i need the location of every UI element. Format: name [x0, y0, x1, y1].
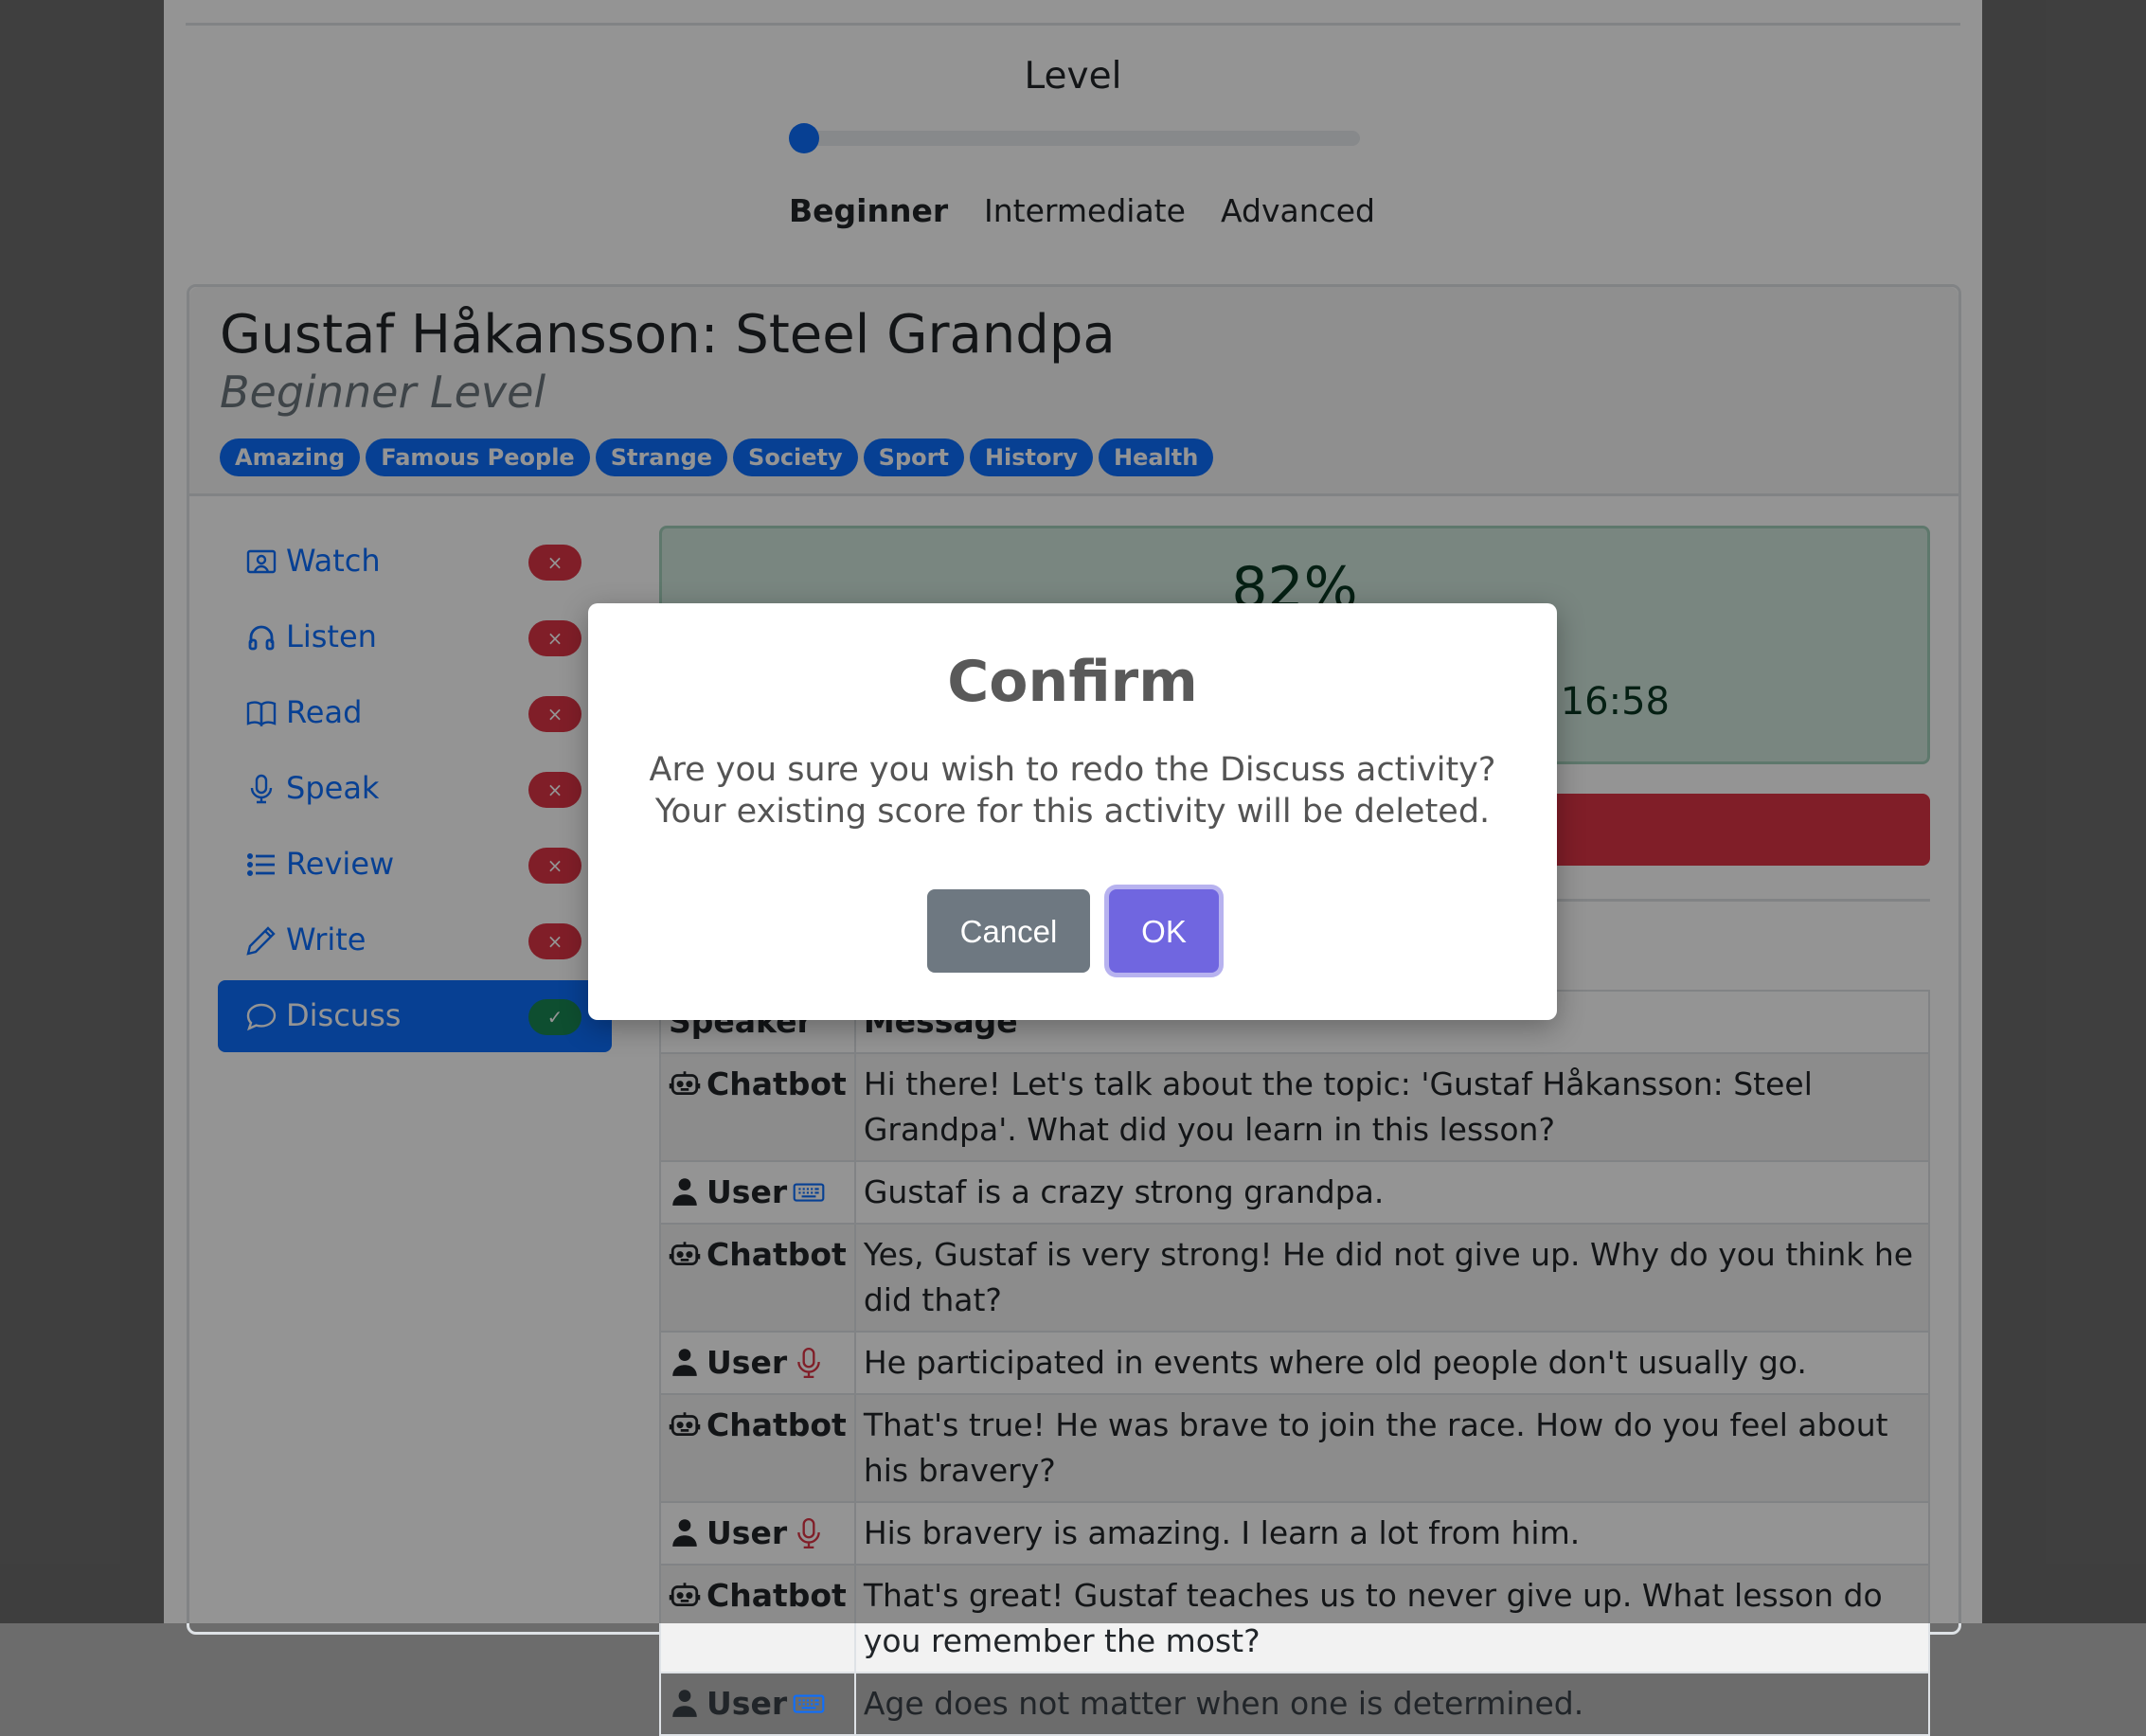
confirm-dialog: Confirm Are you sure you wish to redo th… — [588, 603, 1557, 1020]
ok-button[interactable]: OK — [1109, 889, 1219, 973]
cancel-button[interactable]: Cancel — [927, 889, 1090, 973]
keyboard-icon — [793, 1687, 825, 1719]
speaker-cell: User — [659, 1672, 856, 1736]
dialog-title: Confirm — [947, 649, 1198, 715]
table-row: User Age does not matter when one is dete… — [659, 1672, 1931, 1736]
message-cell: Age does not matter when one is determin… — [853, 1672, 1931, 1736]
speaker-name: User — [706, 1685, 788, 1722]
person-icon — [669, 1686, 701, 1718]
dialog-message: Are you sure you wish to redo the Discus… — [649, 751, 1496, 831]
